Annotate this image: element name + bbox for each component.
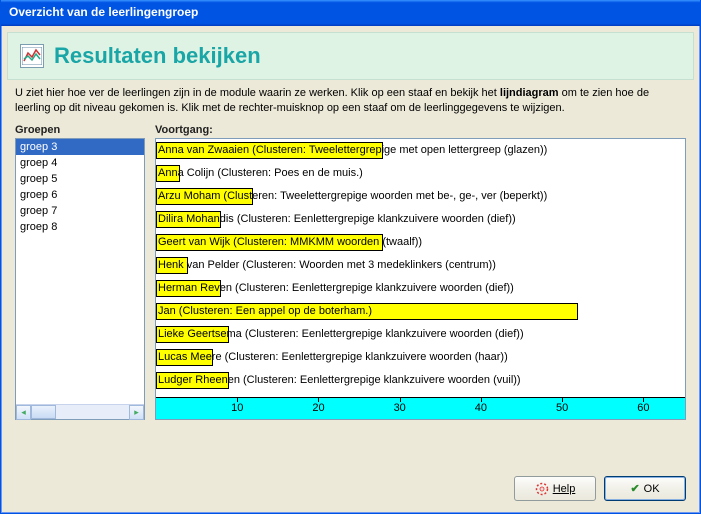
bar-label: Geert van Wijk (Clusteren: MMKMM woorden… (158, 236, 422, 248)
bar-label: Dilira Mohandis (Clusteren: Eenlettergre… (158, 213, 516, 225)
scroll-track[interactable] (31, 405, 129, 419)
progress-bar[interactable]: Herman Reven (Clusteren: Eenlettergrepig… (156, 277, 685, 300)
group-item[interactable]: groep 7 (16, 203, 144, 219)
progress-bar[interactable]: Arzu Moham (Clusteren: Tweelettergrepige… (156, 185, 685, 208)
titlebar[interactable]: Overzicht van de leerlingengroep (1, 0, 700, 26)
group-item[interactable]: groep 4 (16, 155, 144, 171)
help-icon (535, 482, 549, 496)
groups-column: Groepen groep 3groep 4groep 5groep 6groe… (15, 124, 145, 420)
progress-chart: Anna van Zwaaien (Clusteren: Tweeletterg… (155, 138, 686, 420)
axis-tick-label: 20 (312, 402, 324, 414)
progress-bar[interactable]: Jan (Clusteren: Een appel op de boterham… (156, 300, 685, 323)
groups-listbox[interactable]: groep 3groep 4groep 5groep 6groep 7groep… (15, 138, 145, 420)
progress-bar[interactable]: Lieke Geertsema (Clusteren: Eenlettergre… (156, 323, 685, 346)
button-row: Help ✔ OK (514, 476, 686, 501)
bar-label: Anna van Zwaaien (Clusteren: Tweeletterg… (158, 144, 547, 156)
bar-label: Henk van Pelder (Clusteren: Woorden met … (158, 259, 496, 271)
progress-bar[interactable]: Ludger Rheenen (Clusteren: Eenlettergrep… (156, 369, 685, 392)
bar-label: Lucas Meere (Clusteren: Eenlettergrepige… (158, 351, 508, 363)
bar-label: Ludger Rheenen (Clusteren: Eenlettergrep… (158, 374, 521, 386)
help-button[interactable]: Help (514, 476, 596, 501)
content-area: Groepen groep 3groep 4groep 5groep 6groe… (15, 124, 686, 420)
bar-label: Lieke Geertsema (Clusteren: Eenlettergre… (158, 328, 524, 340)
progress-bar[interactable]: Anna Colijn (Clusteren: Poes en de muis.… (156, 162, 685, 185)
bar-label: Anna Colijn (Clusteren: Poes en de muis.… (158, 167, 363, 179)
bars-area: Anna van Zwaaien (Clusteren: Tweeletterg… (156, 139, 685, 397)
scroll-left-button[interactable]: ◂ (16, 405, 31, 420)
scroll-thumb[interactable] (31, 405, 56, 419)
axis-tick-label: 60 (637, 402, 649, 414)
scroll-right-button[interactable]: ▸ (129, 405, 144, 420)
progress-bar[interactable]: Dilira Mohandis (Clusteren: Eenlettergre… (156, 208, 685, 231)
dialog-window: Overzicht van de leerlingengroep Resulta… (0, 0, 701, 514)
chart-icon (20, 44, 44, 68)
ok-button[interactable]: ✔ OK (604, 476, 686, 501)
progress-bar[interactable]: Anna van Zwaaien (Clusteren: Tweeletterg… (156, 139, 685, 162)
bar-label: Arzu Moham (Clusteren: Tweelettergrepige… (158, 190, 547, 202)
groups-label: Groepen (15, 124, 145, 136)
axis-tick-label: 10 (231, 402, 243, 414)
progress-label: Voortgang: (155, 124, 686, 136)
axis-tick-label: 30 (394, 402, 406, 414)
progress-bar[interactable]: Henk van Pelder (Clusteren: Woorden met … (156, 254, 685, 277)
group-item[interactable]: groep 8 (16, 219, 144, 235)
axis-tick-label: 50 (556, 402, 568, 414)
x-axis: 10 20 30 40 50 60 (156, 397, 685, 419)
group-item[interactable]: groep 3 (16, 139, 144, 155)
window-title: Overzicht van de leerlingengroep (9, 5, 198, 19)
header-panel: Resultaten bekijken (7, 32, 694, 80)
group-item[interactable]: groep 5 (16, 171, 144, 187)
scrollbar-horizontal[interactable]: ◂ ▸ (16, 404, 144, 419)
bar-label: Jan (Clusteren: Een appel op de boterham… (158, 305, 372, 317)
progress-bar[interactable]: Geert van Wijk (Clusteren: MMKMM woorden… (156, 231, 685, 254)
progress-bar[interactable]: Lucas Meere (Clusteren: Eenlettergrepige… (156, 346, 685, 369)
help-button-label: Help (553, 483, 576, 495)
ok-button-label: OK (644, 483, 660, 495)
page-title: Resultaten bekijken (54, 43, 261, 69)
intro-text: U ziet hier hoe ver de leerlingen zijn i… (15, 86, 686, 116)
axis-tick-label: 40 (475, 402, 487, 414)
bar-label: Herman Reven (Clusteren: Eenlettergrepig… (158, 282, 514, 294)
check-icon: ✔ (630, 482, 639, 495)
group-item[interactable]: groep 6 (16, 187, 144, 203)
progress-column: Voortgang: Anna van Zwaaien (Clusteren: … (155, 124, 686, 420)
